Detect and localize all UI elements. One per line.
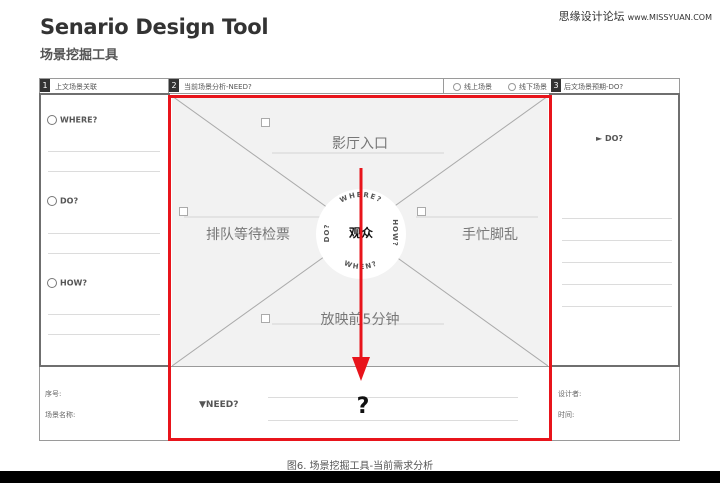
- watermark: 思缘设计论坛 www.MISSYUAN.COM: [559, 8, 712, 24]
- where-radio-icon[interactable]: [47, 115, 57, 125]
- arrow-head: [352, 357, 370, 381]
- online-radio-icon[interactable]: [453, 83, 461, 91]
- where-answer-line-1: [48, 151, 160, 152]
- after-answer-line-1: [562, 218, 672, 219]
- do-radio-icon[interactable]: [47, 196, 57, 206]
- footer-time-label: 时间:: [558, 411, 575, 419]
- question-do-label: DO?: [60, 196, 79, 206]
- figure-caption: 图6. 场景挖掘工具-当前需求分析: [286, 461, 434, 472]
- question-do[interactable]: DO?: [47, 196, 78, 206]
- after-answer-line-5: [562, 306, 672, 307]
- after-answer-line-3: [562, 262, 672, 263]
- question-how-label: HOW?: [60, 278, 87, 288]
- page-subtitle: 场景挖掘工具: [40, 48, 119, 63]
- section2-label: 当前场景分析-NEED?: [184, 83, 252, 91]
- context-before-panel: [39, 93, 170, 367]
- option-offline[interactable]: 线下场景: [508, 82, 547, 92]
- option-offline-label: 线下场景: [519, 83, 547, 91]
- watermark-site-name: 思缘设计论坛: [558, 10, 625, 23]
- after-answer-line-2: [562, 240, 672, 241]
- section1-number: 1: [40, 79, 50, 92]
- question-where-label: WHERE?: [60, 115, 98, 125]
- how-answer-line-2: [48, 334, 160, 335]
- watermark-url: www.MISSYUAN.COM: [627, 13, 712, 22]
- section2-number: 2: [169, 79, 179, 92]
- section3-number: 3: [551, 79, 561, 92]
- bottom-black-bar: [0, 471, 720, 483]
- how-answer-line-1: [48, 314, 160, 315]
- question-how[interactable]: HOW?: [47, 278, 87, 288]
- down-arrow-icon: [352, 168, 370, 381]
- offline-radio-icon[interactable]: [508, 83, 516, 91]
- question-where[interactable]: WHERE?: [47, 115, 97, 125]
- do-answer-line-1: [48, 233, 160, 234]
- do-answer-line-2: [48, 253, 160, 254]
- header-divider-2: [443, 78, 444, 94]
- where-answer-line-2: [48, 171, 160, 172]
- how-radio-icon[interactable]: [47, 278, 57, 288]
- page-title: Senario Design Tool: [40, 15, 269, 39]
- section1-label: 上文场景关联: [55, 83, 97, 91]
- option-online-label: 线上场景: [464, 83, 492, 91]
- footer-scene-name-label: 场景名称:: [45, 411, 76, 419]
- footer-designer-label: 设计者:: [558, 390, 582, 398]
- section3-label: 后文场景预期-DO?: [564, 83, 624, 91]
- after-answer-line-4: [562, 284, 672, 285]
- right-question-do: ► DO?: [596, 134, 624, 143]
- footer-serial-label: 序号:: [45, 390, 62, 398]
- option-online[interactable]: 线上场景: [453, 82, 492, 92]
